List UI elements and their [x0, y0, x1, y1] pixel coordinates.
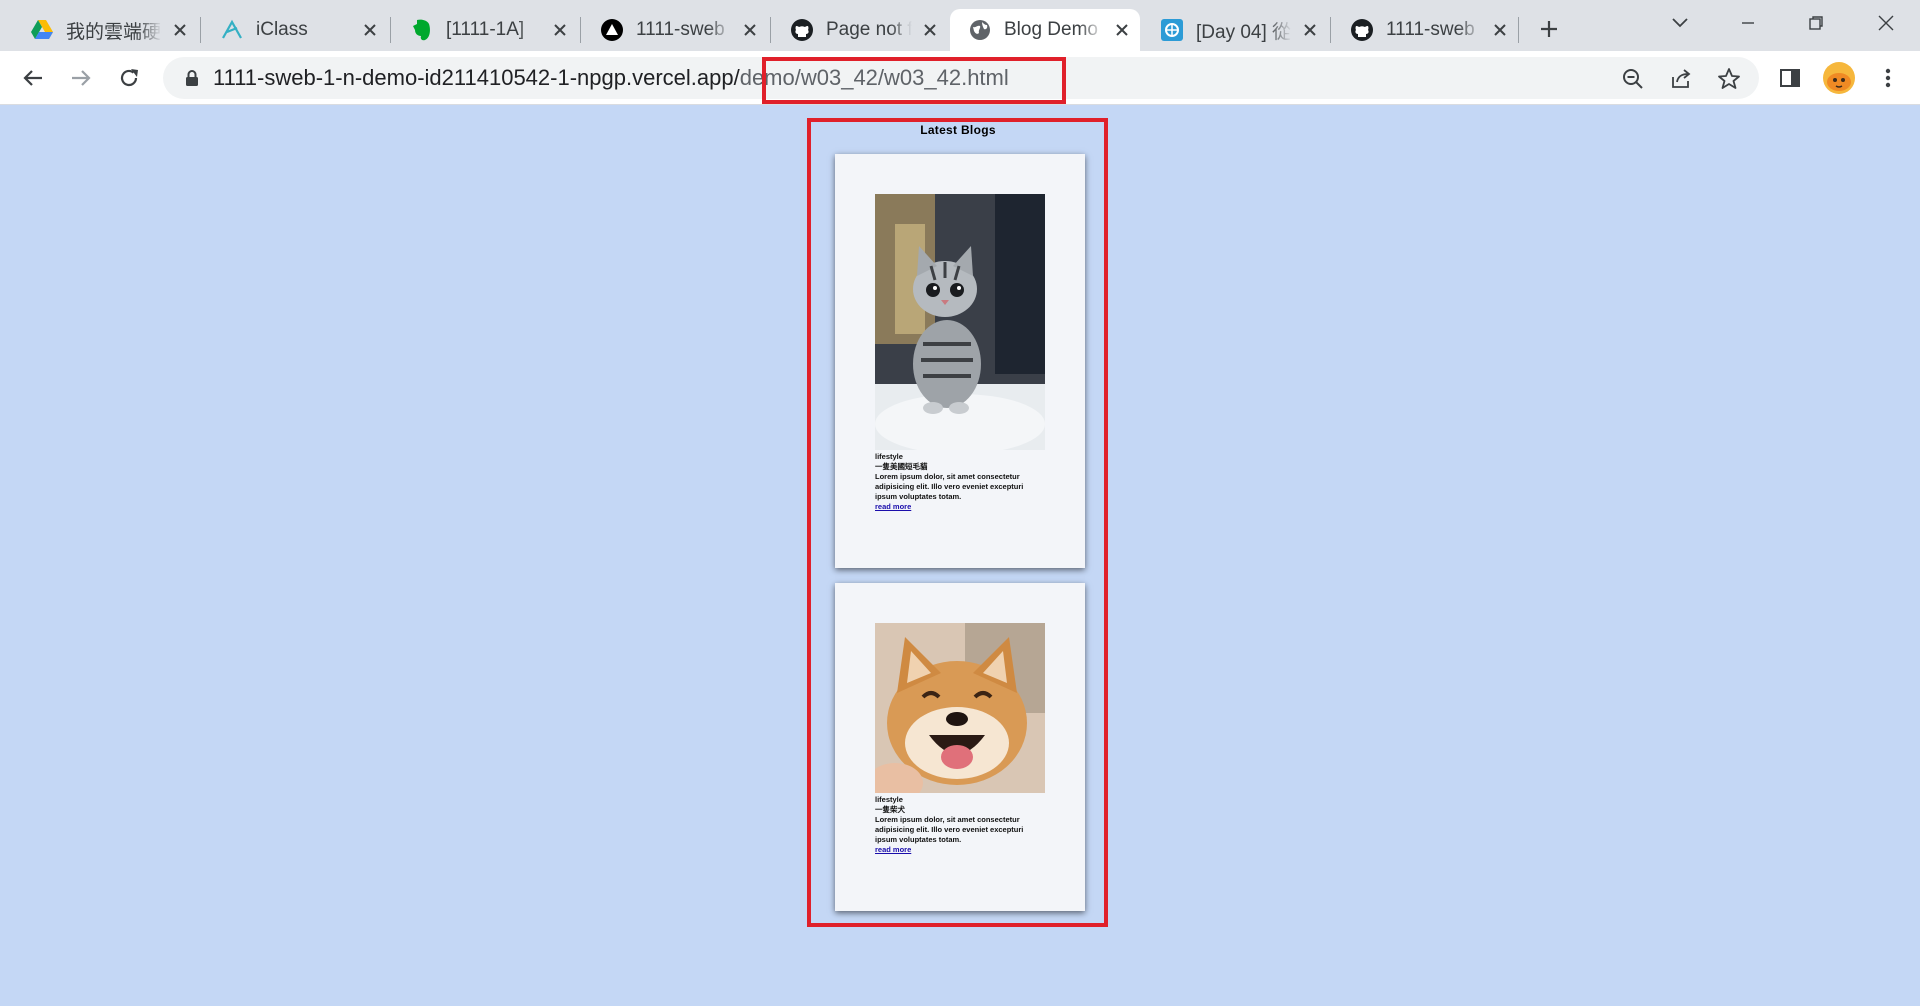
ithelp-icon: [1160, 18, 1184, 42]
card-category: lifestyle: [875, 795, 903, 804]
tab-title: 1111-sweb: [1386, 19, 1475, 40]
tab-title: 1111-sweb: [636, 19, 725, 40]
tab-ithelp-day04[interactable]: [Day 04] 從: [1142, 9, 1328, 51]
tab-title: [Day 04] 從: [1196, 21, 1292, 43]
globe-icon: [968, 18, 992, 42]
tab-github-repo[interactable]: 1111-sweb: [1332, 9, 1518, 51]
evernote-icon: [410, 18, 434, 42]
back-button[interactable]: [14, 59, 52, 97]
close-icon[interactable]: [548, 18, 572, 42]
close-icon[interactable]: [918, 18, 942, 42]
reload-icon: [120, 69, 138, 87]
share-icon[interactable]: [1667, 65, 1695, 93]
card-category: lifestyle: [875, 452, 903, 461]
side-panel-icon: [1780, 69, 1800, 87]
github-icon: [790, 18, 814, 42]
restore-button[interactable]: [1796, 6, 1836, 40]
close-icon[interactable]: [738, 18, 762, 42]
minimize-button[interactable]: [1728, 6, 1768, 40]
tab-strip: 我的雲端硬碟 iClass [1111-1A] 1111-sweb Page n…: [0, 0, 1920, 51]
url-host: 1111-sweb-1-n-demo-id211410542-1-npgp.ve…: [213, 65, 740, 90]
blog-card-text: lifestyle 一隻柴犬 Lorem ipsum dolor, sit am…: [875, 795, 1047, 855]
tab-google-drive[interactable]: 我的雲端硬碟: [12, 9, 198, 51]
card-title: 一隻柴犬: [875, 805, 905, 814]
bookmark-star-icon[interactable]: [1715, 65, 1743, 93]
card-title: 一隻美國短毛貓: [875, 462, 928, 471]
tab-github-page-not-found[interactable]: Page not found: [772, 9, 948, 51]
tab-blog-demo[interactable]: Blog Demo: [950, 9, 1140, 51]
close-icon[interactable]: [1488, 18, 1512, 42]
card-body: Lorem ipsum dolor, sit amet consectetur …: [875, 472, 1024, 501]
card-body: Lorem ipsum dolor, sit amet consectetur …: [875, 815, 1024, 844]
avatar[interactable]: [1823, 62, 1855, 94]
more-vertical-icon: [1885, 68, 1891, 88]
forward-button[interactable]: [62, 59, 100, 97]
kitten-photo: [875, 194, 1045, 450]
zoom-icon[interactable]: [1619, 65, 1647, 93]
chevron-down-icon: [1672, 18, 1688, 28]
tab-vercel[interactable]: 1111-sweb: [582, 9, 768, 51]
close-icon: [1878, 15, 1894, 31]
tab-title: Page not found: [826, 19, 912, 40]
tab-iclass[interactable]: iClass: [202, 9, 388, 51]
blog-card: lifestyle 一隻柴犬 Lorem ipsum dolor, sit am…: [835, 583, 1085, 911]
close-window-button[interactable]: [1866, 6, 1906, 40]
side-panel-button[interactable]: [1774, 62, 1806, 94]
arrow-right-icon: [72, 70, 91, 86]
restore-icon: [1809, 16, 1823, 30]
tab-title: 我的雲端硬碟: [66, 21, 162, 43]
tab-search-button[interactable]: [1660, 6, 1700, 40]
close-icon[interactable]: [1298, 18, 1322, 42]
github-icon: [1350, 18, 1374, 42]
plus-icon: [1541, 21, 1557, 37]
reload-button[interactable]: [110, 59, 148, 97]
minimize-icon: [1742, 22, 1754, 24]
tab-title: iClass: [256, 19, 308, 40]
new-tab-button[interactable]: [1532, 12, 1566, 46]
iclass-icon: [220, 18, 244, 42]
page-title: Latest Blogs: [920, 123, 996, 137]
blog-card: lifestyle 一隻美國短毛貓 Lorem ipsum dolor, sit…: [835, 154, 1085, 568]
url-highlight-box: [762, 57, 1066, 104]
tab-evernote[interactable]: [1111-1A]: [392, 9, 578, 51]
arrow-left-icon: [23, 70, 42, 86]
close-icon[interactable]: [358, 18, 382, 42]
menu-button[interactable]: [1872, 62, 1904, 94]
close-icon[interactable]: [168, 18, 192, 42]
tab-title: [1111-1A]: [446, 19, 525, 40]
read-more-link[interactable]: read more: [875, 845, 1047, 855]
lock-icon[interactable]: [183, 69, 201, 87]
blog-card-text: lifestyle 一隻美國短毛貓 Lorem ipsum dolor, sit…: [875, 452, 1047, 512]
vercel-icon: [600, 18, 624, 42]
shiba-dog-photo: [875, 623, 1045, 793]
tab-title: Blog Demo: [1004, 19, 1098, 40]
google-drive-icon: [30, 18, 54, 42]
close-icon[interactable]: [1110, 18, 1134, 42]
read-more-link[interactable]: read more: [875, 502, 1047, 512]
